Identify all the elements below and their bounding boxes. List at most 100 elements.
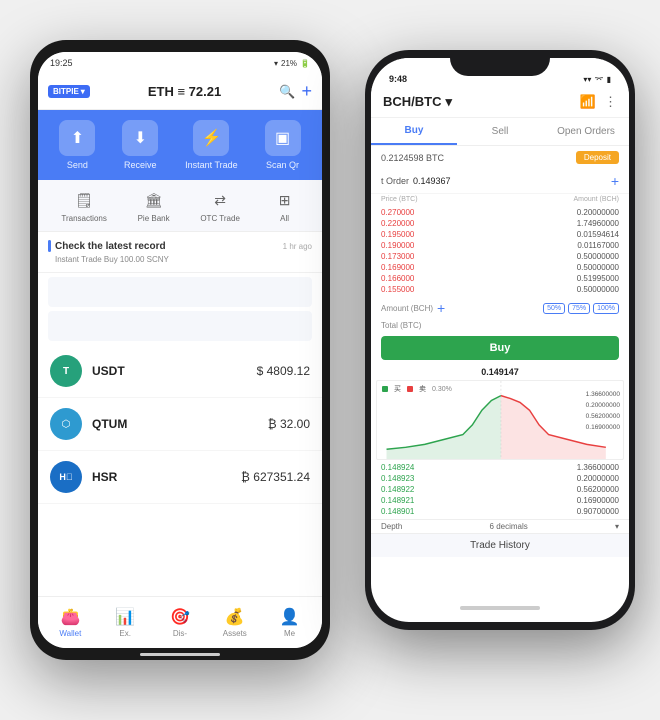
- sell-amount-3: 0.01167000: [500, 241, 619, 250]
- order-type-label: t Order: [381, 176, 409, 186]
- chart-label-1: 0.20000000: [586, 402, 620, 409]
- tab-open-orders[interactable]: Open Orders: [543, 118, 629, 145]
- all-label: All: [280, 214, 289, 223]
- more-icon[interactable]: ⋮: [604, 94, 617, 110]
- order-add-icon[interactable]: +: [611, 173, 619, 189]
- chart-icon[interactable]: 📶: [580, 94, 596, 110]
- ob-row-2: 0.195000 0.01594614: [371, 229, 629, 240]
- trade-history-button[interactable]: Trade History: [371, 533, 629, 557]
- sell-orderbook: 0.270000 0.20000000 0.220000 1.74960000 …: [371, 205, 629, 297]
- sell-amount-2: 0.01594614: [500, 230, 619, 239]
- sell-amount-7: 0.50000000: [500, 285, 619, 294]
- bottom-wallet[interactable]: 👛 Wallet: [43, 607, 98, 638]
- sell-amount-0: 0.20000000: [500, 208, 619, 217]
- sell-price-6: 0.166000: [381, 274, 500, 283]
- deposit-amount: 0.2124598 BTC: [381, 153, 444, 163]
- asset-qtum[interactable]: ⬡ QTUM ₿ 32.00: [38, 398, 322, 451]
- asset-usdt[interactable]: T USDT $ 4809.12: [38, 345, 322, 398]
- pie-bank-icon: 🏛: [140, 188, 168, 212]
- trade-pair-label: BCH/BTC: [383, 94, 442, 109]
- pct-75[interactable]: 75%: [568, 303, 590, 314]
- buy-legend-label: 买: [394, 384, 401, 394]
- send-action[interactable]: ⬆ Send: [59, 120, 95, 170]
- pie-bank-nav[interactable]: 🏛 Pie Bank: [138, 188, 170, 223]
- pie-bank-label: Pie Bank: [138, 214, 170, 223]
- ob-row-5: 0.169000 0.50000000: [371, 262, 629, 273]
- transactions-label: Transactions: [61, 214, 107, 223]
- all-icon: ⊞: [271, 188, 299, 212]
- exchange-icon: 📊: [115, 607, 135, 627]
- tab-buy[interactable]: Buy: [371, 118, 457, 145]
- receive-action[interactable]: ⬇ Receive: [122, 120, 158, 170]
- buy-button[interactable]: Buy: [381, 336, 619, 360]
- deposit-button[interactable]: Deposit: [576, 151, 619, 164]
- buy-amount-2: 0.56200000: [500, 485, 619, 494]
- price-header: Price (BTC): [381, 196, 418, 203]
- wallet-icon: 👛: [60, 607, 80, 627]
- bottom-exchange[interactable]: 📊 Ex.: [98, 607, 153, 638]
- depth-decimals: 6 decimals: [490, 522, 528, 531]
- buy-price-0: 0.148924: [381, 463, 500, 472]
- all-nav[interactable]: ⊞ All: [271, 188, 299, 223]
- qtum-balance: ₿ 32.00: [268, 417, 310, 431]
- buy-ob-row-1: 0.148923 0.20000000: [371, 473, 629, 484]
- pct-50[interactable]: 50%: [543, 303, 565, 314]
- scan-qr-icon: ▣: [265, 120, 301, 156]
- buy-ob-row-4: 0.148901 0.90700000: [371, 506, 629, 517]
- receive-label: Receive: [124, 160, 157, 170]
- sell-amount-1: 1.74960000: [500, 219, 619, 228]
- sell-legend-dot: [407, 386, 413, 392]
- sell-price-2: 0.195000: [381, 230, 500, 239]
- scan-qr-action[interactable]: ▣ Scan Qr: [265, 120, 301, 170]
- bottom-assets[interactable]: 💰 Assets: [207, 607, 262, 638]
- usdt-balance: $ 4809.12: [257, 364, 310, 378]
- android-status-time: 19:25: [50, 58, 73, 68]
- ob-row-1: 0.220000 1.74960000: [371, 218, 629, 229]
- buy-amount-0: 1.36600000: [500, 463, 619, 472]
- order-value: 0.149367: [413, 176, 607, 186]
- buy-price-1: 0.148923: [381, 474, 500, 483]
- amount-header: Amount (BCH): [573, 196, 619, 203]
- hsr-balance: ₿ 627351.24: [241, 470, 310, 484]
- buy-amount-1: 0.20000000: [500, 474, 619, 483]
- transactions-icon: 🗒: [70, 188, 98, 212]
- deposit-row: 0.2124598 BTC Deposit: [371, 146, 629, 169]
- search-icon[interactable]: 🔍: [279, 84, 295, 100]
- amount-row: Amount (BCH) + 50% 75% 100%: [371, 297, 629, 319]
- ob-row-6: 0.166000 0.51995000: [371, 273, 629, 284]
- bitpie-logo[interactable]: BITPIE ▾: [48, 85, 90, 98]
- trade-pair[interactable]: BCH/BTC ▾: [383, 94, 452, 110]
- chart-pct: 0.30%: [432, 386, 452, 393]
- instant-trade-action[interactable]: ⚡ Instant Trade: [185, 120, 238, 170]
- orderbook-headers: Price (BTC) Amount (BCH): [371, 194, 629, 205]
- record-bar: [48, 240, 51, 252]
- amount-plus-icon[interactable]: +: [437, 300, 445, 316]
- pct-100[interactable]: 100%: [593, 303, 619, 314]
- bottom-discover[interactable]: 🎯 Dis-: [153, 607, 208, 638]
- sell-price-3: 0.190000: [381, 241, 500, 250]
- bottom-me[interactable]: 👤 Me: [262, 607, 317, 638]
- total-row: Total (BTC): [371, 319, 629, 332]
- tab-sell[interactable]: Sell: [457, 118, 543, 145]
- transactions-nav[interactable]: 🗒 Transactions: [61, 188, 107, 223]
- ob-row-7: 0.155000 0.50000000: [371, 284, 629, 295]
- add-icon[interactable]: +: [301, 81, 312, 102]
- sell-amount-4: 0.50000000: [500, 252, 619, 261]
- depth-row: Depth 6 decimals ▾: [371, 519, 629, 533]
- ob-row-4: 0.173000 0.50000000: [371, 251, 629, 262]
- otc-trade-nav[interactable]: ⇄ OTC Trade: [200, 188, 240, 223]
- sell-price-7: 0.155000: [381, 285, 500, 294]
- iphone-notch: [450, 50, 550, 76]
- ob-row-3: 0.190000 0.01167000: [371, 240, 629, 251]
- asset-hsr[interactable]: H⃞ HSR ₿ 627351.24: [38, 451, 322, 504]
- chart-right-labels: 1.36600000 0.20000000 0.56200000 0.16900…: [586, 391, 620, 431]
- mid-price-row: 0.149147: [371, 364, 629, 380]
- android-phone: 19:25 ▾ 21% 🔋 BITPIE ▾ ETH ≡ 72.21 🔍 +: [30, 40, 330, 660]
- chart-label-3: 0.16900000: [586, 424, 620, 431]
- iphone-wifi-icon: ⌤: [594, 75, 603, 84]
- gesture-bar: [140, 653, 220, 656]
- signal-icon: 21%: [281, 59, 297, 68]
- record-time: 1 hr ago: [283, 242, 312, 251]
- discover-label: Dis-: [173, 629, 187, 638]
- otc-trade-icon: ⇄: [206, 188, 234, 212]
